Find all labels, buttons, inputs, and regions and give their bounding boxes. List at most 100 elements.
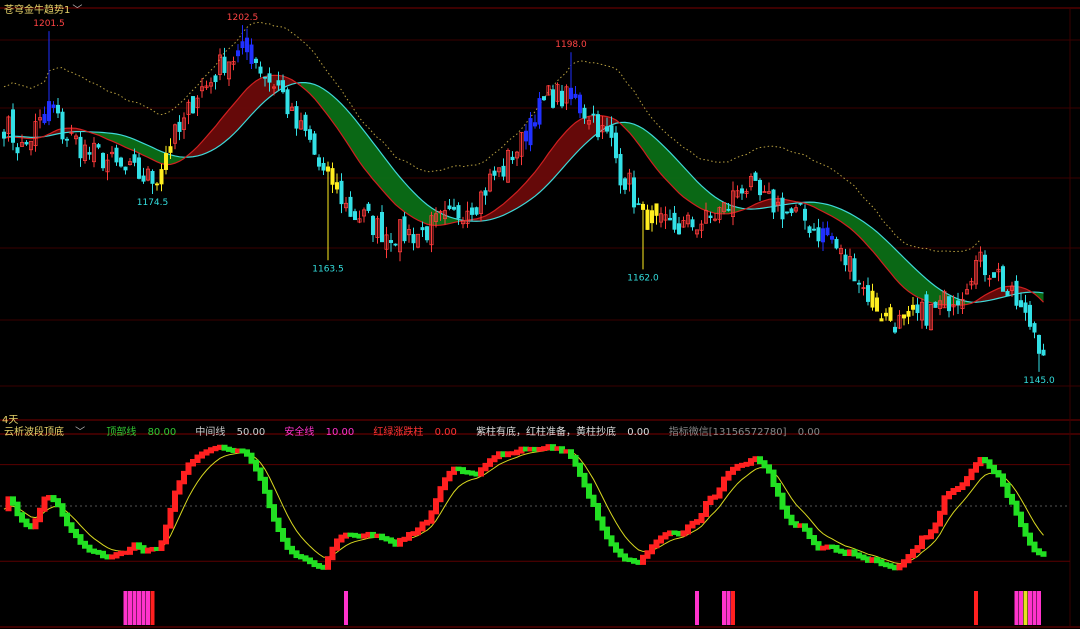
candle-body — [551, 89, 556, 108]
candle-body — [267, 73, 272, 83]
indicator-header: 云析波段顶底 ﹀ 顶部线 80.00 中间线 50.00 安全线 10.00 红… — [4, 423, 836, 438]
candle-body — [177, 121, 182, 132]
price-annotation: 1162.0 — [627, 273, 659, 283]
candle-body — [56, 104, 61, 114]
price-annotation: 1174.5 — [137, 198, 169, 208]
signal-bar — [141, 591, 146, 625]
candle-body — [510, 156, 515, 161]
candle-body — [591, 113, 596, 116]
signal-bar — [128, 591, 132, 625]
main-title-text: 苍穹金牛趋势1 — [4, 5, 71, 16]
item-value: 10.00 — [325, 427, 355, 438]
signal-bar — [137, 591, 141, 625]
candle-body — [753, 172, 758, 181]
signal-bar — [344, 591, 348, 625]
candle-body — [96, 144, 101, 148]
candle-body — [758, 179, 763, 196]
candle-body — [451, 206, 456, 210]
candle-body — [307, 129, 312, 140]
candle-body — [136, 157, 141, 179]
item-value: 0.00 — [434, 427, 457, 438]
signal-bar — [1014, 591, 1019, 625]
candle-body — [1005, 290, 1010, 297]
candle-body — [280, 80, 285, 93]
candle-body — [843, 254, 848, 266]
item-value: 50.00 — [236, 427, 266, 438]
candle-body — [330, 168, 335, 185]
trend-band-green — [620, 122, 747, 214]
candle-body — [542, 96, 547, 101]
candle-body — [10, 109, 15, 143]
candle-body — [379, 212, 384, 243]
candle-body — [641, 203, 646, 210]
signal-bar — [722, 591, 726, 625]
candle-body — [605, 126, 610, 132]
candle-body — [402, 216, 407, 242]
candle-body — [1023, 302, 1028, 313]
signal-bar — [132, 591, 137, 625]
candle-body — [528, 118, 533, 146]
signal-bar — [731, 591, 735, 625]
candle-body — [352, 211, 357, 221]
item-label: 安全线 — [284, 427, 315, 438]
candle-body — [159, 169, 164, 185]
candle-body — [708, 215, 713, 218]
candle-body — [42, 113, 47, 124]
candle-body — [483, 190, 488, 196]
candle-body — [1028, 304, 1033, 327]
candle-body — [672, 212, 677, 230]
price-chart[interactable]: 1201.5 1202.5 1174.5 1163.5 1198.0 1162.0 1145… — [0, 0, 1080, 629]
candle-body — [614, 132, 619, 159]
candle-body — [785, 211, 790, 214]
candle-body — [578, 94, 583, 114]
candle-body — [123, 166, 128, 171]
candle-body — [830, 236, 835, 240]
item-label: 紫柱有底，红柱准备，黄柱抄底 — [476, 427, 617, 438]
candle-body — [596, 114, 601, 138]
indicator-title[interactable]: 云析波段顶底 ﹀ — [4, 427, 93, 438]
candle-body — [501, 165, 506, 177]
chevron-down-icon[interactable]: ﹀ — [72, 5, 82, 16]
candle-body — [582, 107, 587, 119]
candle-body — [650, 210, 655, 224]
candle-body — [222, 56, 227, 73]
candle-body — [325, 166, 330, 172]
candle-body — [537, 98, 542, 125]
candle-body — [821, 228, 826, 243]
candle-body — [294, 106, 299, 129]
candle-body — [366, 203, 371, 211]
signal-bar — [726, 591, 731, 625]
candle-body — [690, 219, 695, 228]
signal-bar — [1028, 591, 1032, 625]
indicator-item-1: 中间线 50.00 — [195, 427, 273, 438]
candle-body — [906, 311, 911, 317]
candle-body — [762, 191, 767, 193]
candle-body — [780, 197, 785, 220]
candle-body — [803, 208, 808, 221]
candle-body — [654, 203, 659, 216]
candle-body — [956, 300, 961, 306]
main-indicator-title[interactable]: 苍穹金牛趋势1 ﹀ — [4, 1, 82, 16]
candle-body — [983, 254, 988, 276]
trend-band-green — [301, 82, 468, 226]
candle-body — [276, 80, 281, 86]
candle-body — [866, 285, 871, 302]
candle-body — [789, 208, 794, 213]
candle-body — [798, 202, 803, 205]
candle-body — [609, 125, 614, 138]
candle-body — [456, 205, 461, 219]
candle-body — [339, 180, 344, 205]
candle-body — [334, 182, 339, 190]
candle-body — [902, 314, 907, 319]
candle-body — [312, 133, 317, 155]
candle-body — [1014, 280, 1019, 306]
candle-body — [569, 87, 574, 100]
candle-body — [47, 101, 52, 122]
item-label: 指标微信[13156572780] — [668, 427, 787, 438]
candle-body — [370, 215, 375, 236]
indicator-item-0: 顶部线 80.00 — [106, 427, 184, 438]
indicator-item-4: 紫柱有底，红柱准备，黄柱抄底 0.00 — [476, 427, 657, 438]
indicator-item-2: 安全线 10.00 — [284, 427, 362, 438]
candle-body — [474, 207, 479, 215]
candle-body — [884, 312, 889, 317]
